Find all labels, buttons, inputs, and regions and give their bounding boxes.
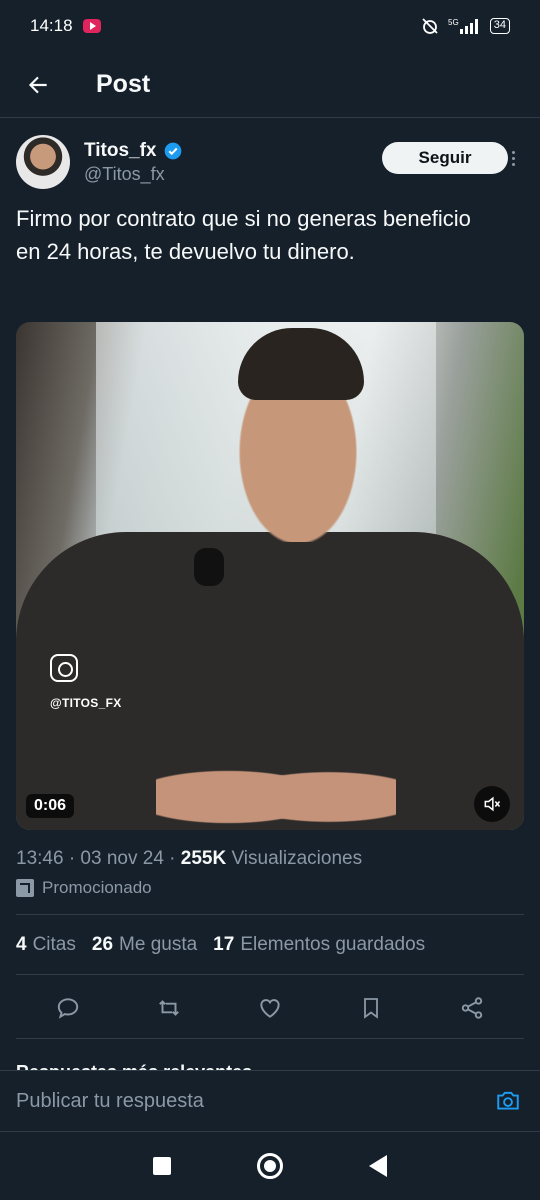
back-button[interactable]: [12, 59, 64, 111]
video-person-hands: [156, 752, 396, 830]
views-label: Visualizaciones: [226, 848, 363, 869]
system-nav-bar: [0, 1132, 540, 1200]
video-watermark-handle: @TITOS_FX: [50, 696, 122, 710]
more-options-button[interactable]: [506, 144, 520, 172]
author-name[interactable]: Titos_fx: [84, 140, 157, 162]
network-label: 5G: [448, 18, 459, 27]
likes-count: 26: [91, 934, 114, 955]
divider: [16, 1038, 524, 1039]
avatar[interactable]: [16, 135, 70, 189]
verified-badge-icon: [164, 142, 181, 159]
reply-icon: [58, 998, 79, 1019]
status-time: 14:18: [30, 16, 73, 35]
system-back-button[interactable]: [369, 1155, 387, 1177]
tweet-meta: 13:46 · 03 nov 24 · 255K Visualizaciones: [16, 848, 362, 870]
bookmark-icon: [363, 998, 378, 1019]
tweet-video[interactable]: @TITOS_FX 0:06: [16, 322, 524, 830]
mute-button[interactable]: [474, 786, 510, 822]
quotes-stat[interactable]: 4 Citas: [16, 934, 76, 956]
tweet-timestamp: 13:46 · 03 nov 24 ·: [16, 848, 181, 869]
heart-icon: [260, 999, 280, 1018]
quotes-label: Citas: [32, 934, 76, 955]
promoted-icon: [16, 879, 34, 897]
repost-button[interactable]: [149, 988, 189, 1028]
promoted-row: Promocionado: [16, 878, 152, 898]
promoted-label: Promocionado: [42, 878, 152, 897]
repost-icon: [159, 1000, 180, 1016]
bookmarks-stat[interactable]: 17 Elementos guardados: [213, 934, 425, 956]
share-icon: [461, 997, 482, 1019]
reply-button[interactable]: [48, 988, 88, 1028]
tweet-text: Firmo por contrato que si no generas ben…: [16, 206, 471, 264]
reply-composer: Publicar tu respuesta: [0, 1070, 540, 1132]
follow-button[interactable]: Seguir: [382, 142, 508, 174]
volume-muted-icon: [484, 796, 501, 812]
home-button[interactable]: [257, 1153, 283, 1179]
author-handle[interactable]: @Titos_fx: [84, 164, 183, 185]
divider: [16, 914, 524, 915]
camera-icon: [497, 1091, 519, 1110]
arrow-left-icon: [28, 76, 47, 93]
bookmarks-count: 17: [213, 934, 235, 955]
camera-button[interactable]: [492, 1085, 524, 1117]
signal-icon: 5G: [448, 18, 478, 34]
alarm-off-icon: [422, 18, 438, 34]
instagram-icon: [50, 654, 78, 682]
reply-input[interactable]: Publicar tu respuesta: [16, 1090, 492, 1113]
page-title: Post: [96, 70, 151, 98]
status-bar: 14:18 5G 34: [0, 0, 540, 52]
bookmark-button[interactable]: [351, 988, 391, 1028]
share-button[interactable]: [452, 988, 492, 1028]
like-button[interactable]: [250, 988, 290, 1028]
action-bar: [0, 988, 540, 1028]
bookmarks-label: Elementos guardados: [240, 934, 426, 955]
likes-label: Me gusta: [119, 934, 198, 955]
quotes-count: 4: [16, 934, 27, 955]
battery-indicator: 34: [489, 18, 510, 34]
video-duration: 0:06: [26, 794, 75, 818]
divider: [16, 974, 524, 975]
engagement-stats: 4 Citas 26 Me gusta 17 Elementos guardados: [16, 934, 425, 956]
lapel-mic: [194, 548, 224, 586]
recents-button[interactable]: [153, 1157, 171, 1175]
top-bar: Post: [0, 52, 540, 118]
likes-stat[interactable]: 26 Me gusta: [92, 934, 197, 956]
views-count: 255K: [180, 848, 227, 869]
youtube-notification-icon: [82, 19, 101, 33]
